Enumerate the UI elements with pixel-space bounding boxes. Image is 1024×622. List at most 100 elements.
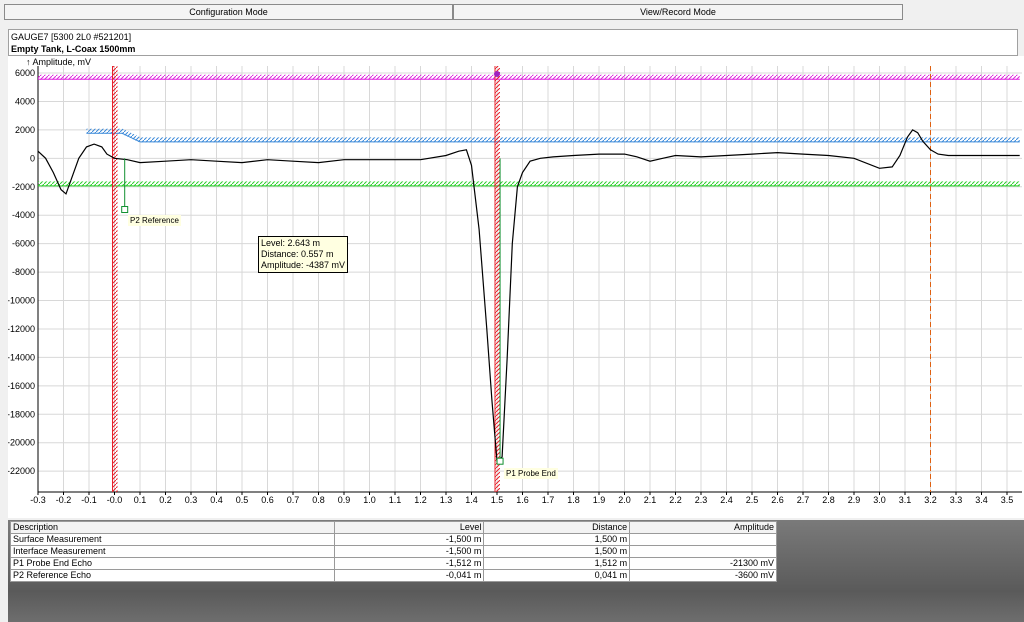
y-tick-label: -18000 <box>8 409 35 419</box>
marker-handle <box>494 71 500 77</box>
x-tick-label: 0.1 <box>134 495 147 505</box>
plot-panel[interactable]: 6000 4000 2000 0 -2000 -4000 -6000 -8000 -10000 -… <box>8 56 1024 518</box>
x-tick-label: 1.3 <box>440 495 453 505</box>
x-tick-label: 3.0 <box>873 495 886 505</box>
marker-line <box>495 66 500 492</box>
chart-title: Empty Tank, L-Coax 1500mm <box>11 44 136 54</box>
cell-level: -0,041 m <box>333 569 485 582</box>
x-tick-label: 0.2 <box>159 495 172 505</box>
results-panel: Description Level Distance Amplitude Sur… <box>8 520 1024 622</box>
cell-level: -1,512 m <box>333 557 485 570</box>
cell-description: Interface Measurement <box>10 545 335 558</box>
p1-probe-end-label: P1 Probe End <box>504 468 558 479</box>
x-tick-label: 0.6 <box>261 495 274 505</box>
x-tick-label: 2.2 <box>669 495 682 505</box>
y-tick-label: -16000 <box>8 381 35 391</box>
cell-level: -1,500 m <box>333 533 485 546</box>
cell-description: Surface Measurement <box>10 533 335 546</box>
table-row[interactable]: P1 Probe End Echo -1,512 m 1,512 m -2130… <box>10 557 777 570</box>
cell-level: -1,500 m <box>333 545 485 558</box>
tab-configuration-mode[interactable]: Configuration Mode <box>4 4 453 20</box>
tab-view-record-mode[interactable]: View/Record Mode <box>453 4 903 20</box>
x-tick-label: 0.3 <box>185 495 198 505</box>
y-tick-label: -2000 <box>12 182 35 192</box>
cell-distance: 0,041 m <box>483 569 631 582</box>
x-tick-label: -0.0 <box>107 495 123 505</box>
y-tick-label: -10000 <box>8 296 35 306</box>
cell-distance: 1,500 m <box>483 545 631 558</box>
cell-amplitude <box>629 545 777 558</box>
x-tick-label: 2.9 <box>848 495 861 505</box>
x-tick-label: 2.7 <box>797 495 810 505</box>
device-name: GAUGE7 [5300 2L0 #521201] <box>11 32 132 42</box>
x-tick-label: 1.5 <box>491 495 504 505</box>
y-tick-label: -22000 <box>8 466 35 476</box>
y-tick-label: -4000 <box>12 210 35 220</box>
x-tick-label: -0.3 <box>30 495 46 505</box>
y-tick-label: -20000 <box>8 438 35 448</box>
column-header-description[interactable]: Description <box>10 521 335 534</box>
cell-amplitude <box>629 533 777 546</box>
x-tick-label: 1.2 <box>414 495 427 505</box>
x-tick-label: -0.1 <box>81 495 97 505</box>
p2-reference-label: P2 Reference <box>128 215 181 226</box>
y-tick-label: -14000 <box>8 352 35 362</box>
cell-amplitude: -21300 mV <box>629 557 777 570</box>
x-tick-label: 2.4 <box>720 495 733 505</box>
x-tick-label: 3.5 <box>1001 495 1014 505</box>
y-tick-label: 0 <box>30 153 35 163</box>
table-row[interactable]: Interface Measurement -1,500 m 1,500 m <box>10 545 777 558</box>
cell-distance: 1,500 m <box>483 533 631 546</box>
cell-amplitude: -3600 mV <box>629 569 777 582</box>
x-tick-label: 3.1 <box>899 495 912 505</box>
x-tick-label: 1.6 <box>516 495 529 505</box>
echo-curve-chart[interactable]: 6000 4000 2000 0 -2000 -4000 -6000 -8000 -10000 -… <box>8 56 1024 518</box>
x-tick-label: 2.0 <box>618 495 631 505</box>
column-header-level[interactable]: Level <box>333 521 485 534</box>
y-tick-label: 2000 <box>15 125 35 135</box>
cursor-tooltip: Level: 2.643 m Distance: 0.557 m Amplitu… <box>258 236 349 273</box>
y-tick-label: -8000 <box>12 267 35 277</box>
x-tick-label: 2.3 <box>695 495 708 505</box>
x-tick-label: 3.2 <box>924 495 937 505</box>
tooltip-amplitude: Amplitude: -4387 mV <box>261 260 346 270</box>
x-tick-label: 1.8 <box>567 495 580 505</box>
x-tick-label: -0.2 <box>56 495 72 505</box>
x-tick-label: 3.4 <box>975 495 988 505</box>
y-tick-label: -6000 <box>12 239 35 249</box>
y-tick-label: 6000 <box>15 68 35 78</box>
y-axis-label: ↑ Amplitude, mV <box>26 57 91 67</box>
echo-marker <box>496 457 504 465</box>
cell-distance: 1,512 m <box>483 557 631 570</box>
cell-description: P2 Reference Echo <box>10 569 335 582</box>
x-tick-label: 0.4 <box>210 495 223 505</box>
marker-line <box>112 66 118 492</box>
x-tick-label: 0.7 <box>287 495 300 505</box>
cell-description: P1 Probe End Echo <box>10 557 335 570</box>
table-row[interactable]: Surface Measurement -1,500 m 1,500 m <box>10 533 777 546</box>
x-tick-label: 2.6 <box>771 495 784 505</box>
x-tick-label: 1.0 <box>363 495 376 505</box>
x-tick-label: 0.5 <box>236 495 249 505</box>
y-tick-label: 4000 <box>15 96 35 106</box>
x-tick-label: 1.7 <box>542 495 555 505</box>
table-row[interactable]: P2 Reference Echo -0,041 m 0,041 m -3600… <box>10 569 777 582</box>
x-tick-label: 2.1 <box>644 495 657 505</box>
results-table: Description Level Distance Amplitude Sur… <box>10 521 777 582</box>
x-tick-label: 2.8 <box>822 495 835 505</box>
table-header-row: Description Level Distance Amplitude <box>10 521 777 534</box>
column-header-distance[interactable]: Distance <box>483 521 631 534</box>
echo-curve <box>37 129 1020 463</box>
x-tick-label: 1.9 <box>593 495 606 505</box>
x-tick-label: 0.8 <box>312 495 325 505</box>
x-tick-label: 0.9 <box>338 495 351 505</box>
column-header-amplitude[interactable]: Amplitude <box>629 521 777 534</box>
x-tick-label: 1.4 <box>465 495 478 505</box>
x-tick-label: 2.5 <box>746 495 759 505</box>
tooltip-level: Level: 2.643 m <box>261 238 321 248</box>
chart-header: GAUGE7 [5300 2L0 #521201] Empty Tank, L-… <box>8 29 1018 56</box>
x-tick-label: 3.3 <box>950 495 963 505</box>
echo-marker <box>121 206 129 214</box>
x-tick-label: 1.1 <box>389 495 402 505</box>
y-tick-label: -12000 <box>8 324 35 334</box>
